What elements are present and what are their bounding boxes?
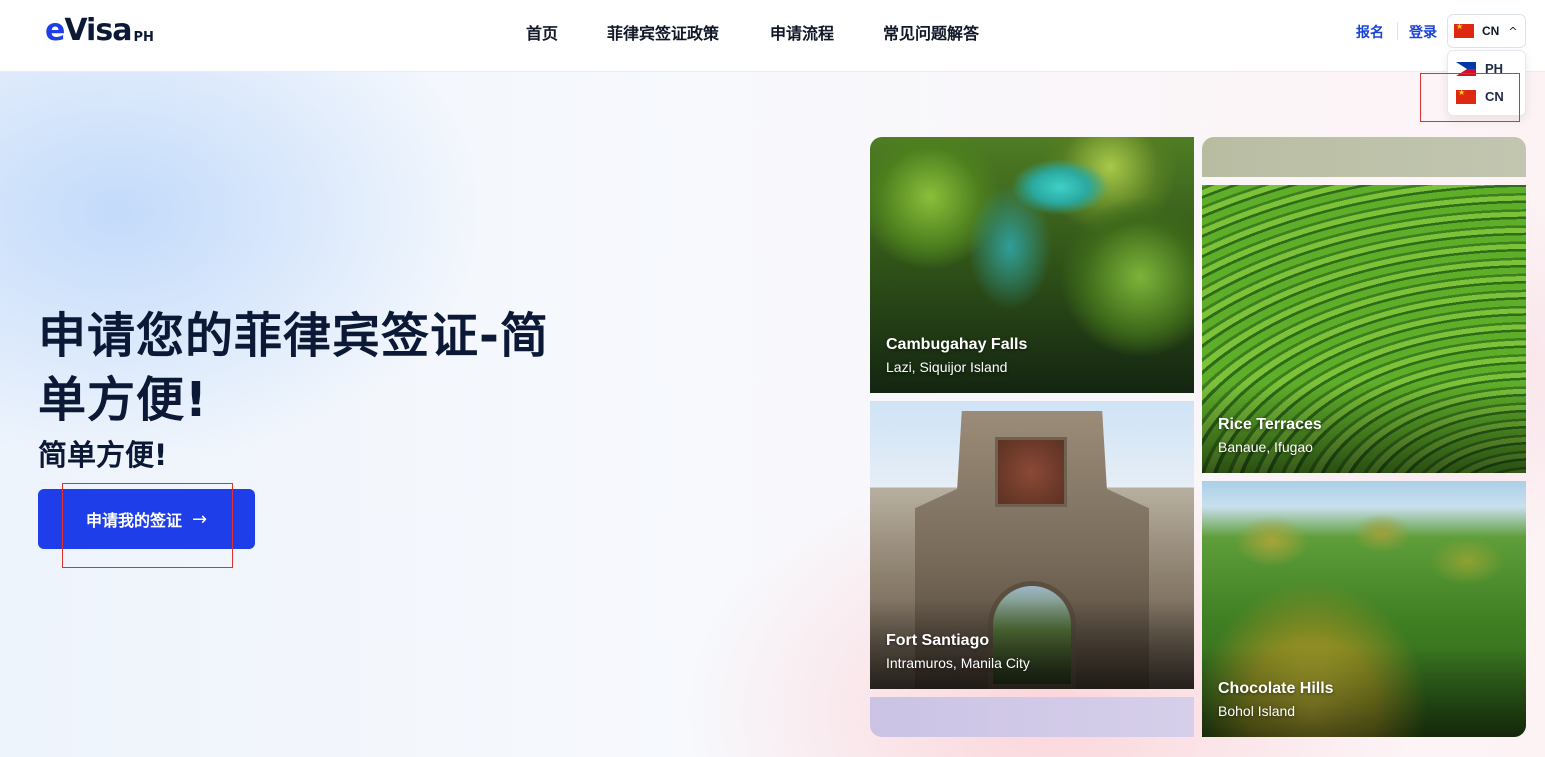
site-logo[interactable]: e Visa PH [45, 14, 154, 48]
main-nav: 首页 菲律宾签证政策 申请流程 常见问题解答 [0, 0, 1545, 62]
nav-visa-policy[interactable]: 菲律宾签证政策 [607, 20, 719, 44]
flag-philippines-icon [1456, 61, 1476, 76]
gallery-card-rice-terraces: Rice Terraces Banaue, Ifugao [1202, 185, 1526, 473]
language-option-cn[interactable]: CN [1456, 89, 1504, 104]
language-select[interactable]: CN ^ [1447, 14, 1526, 48]
flag-china-icon [1454, 24, 1474, 38]
flag-china-icon [1456, 89, 1476, 104]
chevron-up-icon: ^ [1508, 24, 1518, 38]
apply-visa-button[interactable]: 申请我的签证 → [38, 489, 255, 549]
language-selected-code: CN [1482, 24, 1500, 38]
login-link[interactable]: 登录 [1409, 22, 1437, 42]
hero-title: 申请您的菲律宾签证-简单方便! [38, 308, 549, 428]
nav-application-process[interactable]: 申请流程 [770, 20, 834, 44]
hero-subtitle: 简单方便! [38, 438, 168, 472]
apply-visa-button-label: 申请我的签证 [85, 513, 182, 530]
language-option-ph[interactable]: PH [1456, 61, 1503, 76]
arrow-right-icon: → [191, 508, 208, 530]
gallery-card-location: Intramuros, Manila City [886, 655, 1030, 671]
signup-link[interactable]: 报名 [1356, 22, 1384, 42]
gallery-card-partial-top [1202, 137, 1526, 177]
logo-ph: PH [133, 30, 154, 45]
fort-arch-image [988, 581, 1076, 689]
language-option-label: CN [1485, 89, 1504, 104]
gallery-card-location: Banaue, Ifugao [1218, 439, 1313, 455]
gallery-card-location: Bohol Island [1218, 703, 1296, 719]
header-divider [1397, 22, 1398, 40]
gallery-card-title: Fort Santiago [886, 632, 990, 649]
gallery-card-title: Cambugahay Falls [886, 336, 1028, 353]
nav-faq[interactable]: 常见问题解答 [883, 20, 979, 44]
logo-visa: Visa [64, 13, 132, 48]
gallery-card-partial-bottom [870, 697, 1194, 737]
gallery-card-chocolate-hills: Chocolate Hills Bohol Island [1202, 481, 1526, 737]
language-option-label: PH [1485, 61, 1504, 76]
fort-relief-image [995, 437, 1067, 507]
nav-home[interactable]: 首页 [526, 20, 558, 44]
gallery-card-title: Rice Terraces [1218, 416, 1322, 433]
gallery-card-location: Lazi, Siquijor Island [886, 359, 1008, 375]
logo-e: e [45, 13, 65, 48]
site-header: eVisaPH 首页 菲律宾签证政策 申请流程 常见问题解答 报名 登录 CN … [0, 0, 1545, 72]
gallery-card-title: Chocolate Hills [1218, 680, 1334, 697]
language-dropdown-menu: PH CN [1447, 50, 1526, 116]
gallery-card-fort-santiago: Fort Santiago Intramuros, Manila City [870, 401, 1194, 689]
gallery-card-cambugahay-falls: Cambugahay Falls Lazi, Siquijor Island [870, 137, 1194, 393]
